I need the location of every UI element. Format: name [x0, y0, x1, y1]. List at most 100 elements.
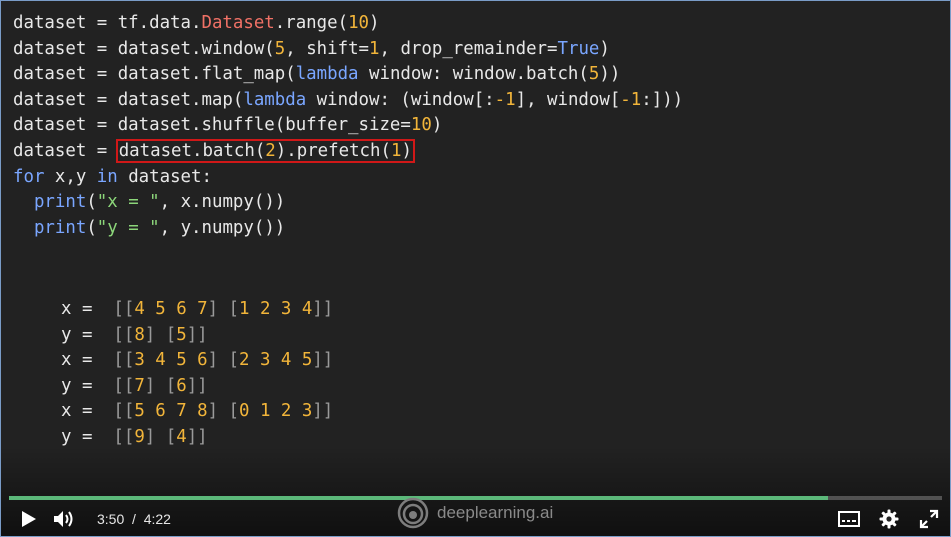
code-token: 10 [348, 13, 370, 33]
code-token: ( [86, 192, 97, 213]
code-token: dataset = dataset.window( [13, 38, 275, 59]
code-token: y = [61, 324, 114, 345]
code-token: ]] [186, 375, 208, 396]
code-token: "x = " [96, 192, 160, 213]
output-line: y = [[7] [6]] [61, 374, 333, 400]
code-token: x = [61, 299, 114, 319]
code-token: [[ [113, 350, 135, 371]
gear-icon [879, 509, 899, 529]
output-line: y = [[8] [5]] [61, 323, 333, 349]
code-token: Dataset [201, 13, 275, 33]
code-token: ] [ [144, 324, 177, 345]
time-separator: / [132, 511, 136, 527]
code-token: 5 [176, 324, 187, 345]
code-line: for x,y in dataset: [13, 165, 683, 191]
code-token: , drop_remainder= [379, 38, 558, 59]
captions-button[interactable] [835, 501, 863, 536]
current-time: 3:50 [97, 511, 125, 527]
code-token: dataset = dataset.shuffle(buffer_size= [13, 115, 411, 136]
code-token: ).prefetch( [275, 140, 391, 161]
code-token: ]] [312, 350, 334, 371]
code-token: , x.numpy()) [159, 192, 286, 213]
code-token: 1 [390, 140, 402, 161]
code-token: ], window[ [515, 89, 621, 110]
code-token: )) [599, 64, 621, 85]
code-token: 6 [176, 375, 187, 396]
code-line: dataset = dataset.batch(2).prefetch(1) [13, 138, 683, 165]
code-token: [[ [113, 426, 135, 447]
code-token: dataset = dataset.map( [13, 89, 244, 110]
code-token: ] [ [207, 350, 240, 371]
code-token: :])) [641, 89, 684, 110]
code-token: -1 [620, 89, 642, 110]
code-line: dataset = dataset.map(lambda window: (wi… [13, 88, 683, 114]
code-token: 5 [588, 64, 600, 85]
time-display: 3:50 / 4:22 [97, 501, 171, 536]
output-block: x = [[4 5 6 7] [1 2 3 4]] y = [[8] [5]] x … [61, 297, 333, 451]
code-token: -1 [494, 89, 516, 110]
highlight-box: dataset.batch(2).prefetch(1) [115, 138, 415, 163]
code-token: dataset = [13, 140, 118, 161]
code-token: 4 5 6 7 [134, 299, 208, 319]
code-token: [[ [113, 324, 135, 345]
code-token: [[ [113, 375, 135, 396]
video-player[interactable]: dataset = tf.data.Dataset.range(10) datas… [0, 0, 951, 537]
code-token: dataset.batch( [118, 140, 266, 161]
code-token: dataset: [117, 166, 212, 187]
code-token: x = [61, 350, 114, 371]
code-block: dataset = tf.data.Dataset.range(10) datas… [13, 11, 683, 241]
code-token: ) [369, 13, 380, 33]
volume-icon [54, 511, 73, 527]
code-token: lambda [243, 89, 307, 110]
captions-icon [838, 511, 860, 527]
code-token: dataset = tf.data. [13, 13, 202, 33]
code-token: 8 [134, 324, 145, 345]
output-line: x = [[4 5 6 7] [1 2 3 4]] [61, 297, 333, 323]
code-token: y = [61, 426, 114, 447]
code-token: 7 [134, 375, 145, 396]
code-token: y = [61, 375, 114, 396]
code-token: print [33, 192, 87, 213]
fullscreen-button[interactable] [915, 501, 943, 536]
code-token: ) [401, 140, 412, 161]
code-token: dataset = dataset.flat_map( [13, 64, 296, 85]
code-line: dataset = dataset.shuffle(buffer_size=10… [13, 113, 683, 139]
code-token: for [13, 166, 45, 187]
fullscreen-icon [919, 509, 939, 529]
code-token: ]] [186, 324, 208, 345]
code-token: ) [599, 38, 610, 59]
code-token: window: (window[: [306, 89, 495, 110]
volume-button[interactable] [51, 501, 77, 536]
code-token: 5 6 7 8 [134, 401, 208, 422]
code-token: 10 [410, 115, 432, 136]
code-token: ) [431, 115, 443, 136]
code-token: x,y [44, 166, 97, 187]
code-token: ] [ [207, 299, 240, 319]
code-token: ]] [312, 299, 334, 319]
code-token: 2 3 4 5 [239, 350, 313, 371]
brand-watermark: deeplearning.ai [397, 495, 553, 531]
code-token: ] [ [144, 426, 177, 447]
code-token: 4 [176, 426, 187, 447]
code-token: 0 1 2 3 [239, 401, 313, 422]
code-line: dataset = tf.data.Dataset.range(10) [13, 11, 683, 37]
settings-button[interactable] [875, 501, 903, 536]
code-token: ]] [186, 426, 208, 447]
code-token: "y = " [96, 217, 160, 238]
code-token: 5 [274, 38, 286, 59]
play-button[interactable] [15, 501, 43, 536]
code-line: dataset = dataset.window(5, shift=1, dro… [13, 37, 683, 63]
deeplearning-logo-icon [397, 497, 429, 529]
code-token: ] [ [207, 401, 240, 422]
code-token: ( [86, 217, 97, 238]
code-token: ] [ [144, 375, 177, 396]
code-token: lambda [295, 64, 359, 85]
code-token: in [96, 166, 118, 187]
code-token: 3 4 5 6 [134, 350, 208, 371]
play-icon [22, 511, 36, 527]
code-line: dataset = dataset.flat_map(lambda window… [13, 62, 683, 88]
code-token: 1 2 3 4 [239, 299, 313, 319]
code-line: print("x = ", x.numpy()) [13, 190, 683, 216]
